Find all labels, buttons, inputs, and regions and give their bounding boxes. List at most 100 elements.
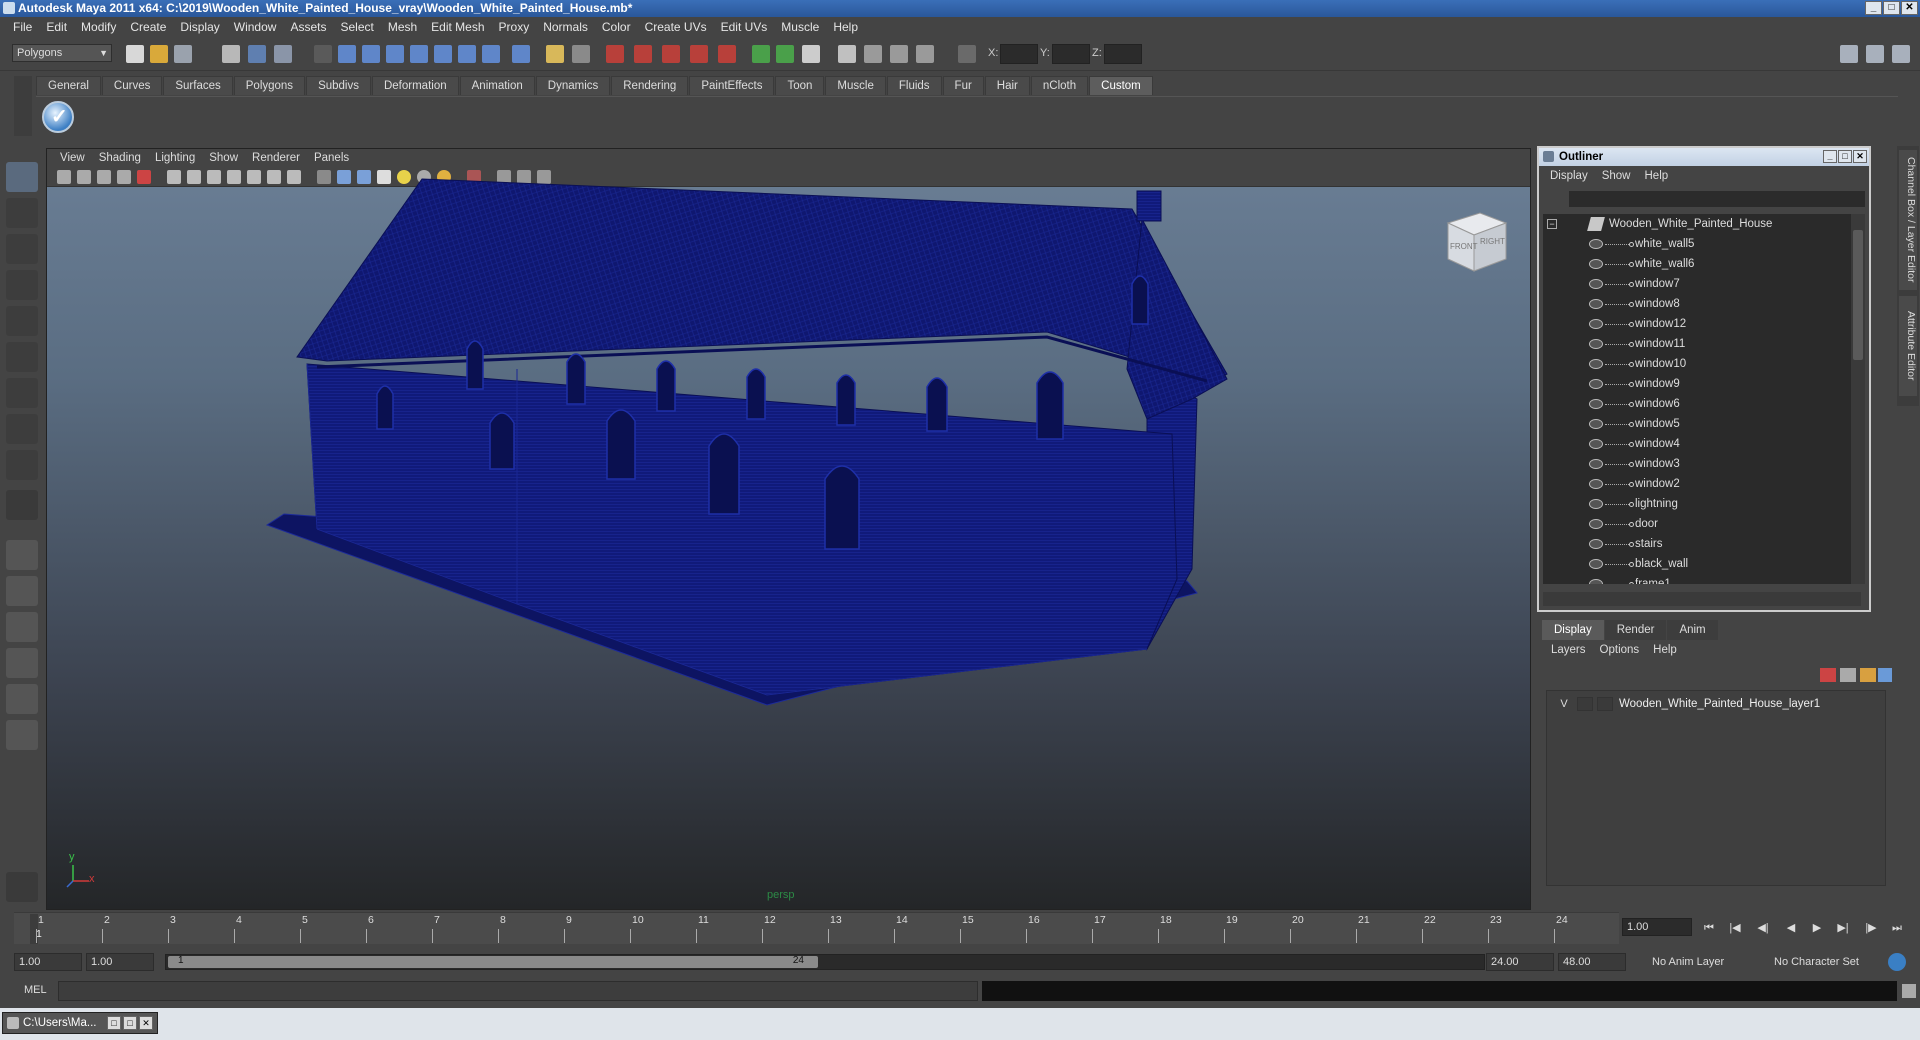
graph-persp-layout-icon[interactable] (6, 720, 38, 750)
lasso-tool-icon[interactable] (6, 198, 38, 228)
mel-input[interactable] (58, 981, 978, 1001)
start-time-field[interactable]: 1.00 (14, 953, 82, 971)
last-tool-icon[interactable] (6, 490, 38, 520)
menu-proxy[interactable]: Proxy (492, 20, 537, 34)
tab-animation[interactable]: Animation (459, 76, 535, 95)
tab-rendering[interactable]: Rendering (611, 76, 689, 95)
view-cube[interactable]: FRONT RIGHT (1440, 209, 1512, 279)
outliner-item[interactable]: window7 (1543, 274, 1843, 294)
menu-create-uvs[interactable]: Create UVs (638, 20, 714, 34)
tab-anim[interactable]: Anim (1667, 620, 1718, 640)
layer-playback-toggle[interactable] (1577, 697, 1593, 711)
maximize-button[interactable]: □ (1883, 1, 1900, 15)
tab-curves[interactable]: Curves (101, 76, 163, 95)
collapse-icon[interactable]: − (1547, 219, 1557, 229)
new-scene-icon[interactable] (126, 45, 144, 63)
tab-surfaces[interactable]: Surfaces (163, 76, 233, 95)
move-layer-up-icon[interactable] (1820, 668, 1836, 682)
range-slider-handle[interactable]: 1 24 (168, 955, 818, 968)
scroll-thumb[interactable] (1853, 230, 1863, 360)
tab-dynamics[interactable]: Dynamics (535, 76, 611, 95)
absolute-transform-icon[interactable] (958, 45, 976, 63)
ipr-render-icon[interactable] (634, 45, 652, 63)
menu-muscle[interactable]: Muscle (774, 20, 826, 34)
outliner-menu-help[interactable]: Help (1638, 170, 1676, 182)
menu-normals[interactable]: Normals (536, 20, 595, 34)
save-scene-icon[interactable] (174, 45, 192, 63)
restore-button[interactable]: □ (107, 1016, 121, 1030)
character-set-dropdown[interactable]: No Character Set (1770, 953, 1880, 971)
play-backward-icon[interactable]: ◀ (1782, 920, 1800, 936)
outliner-item[interactable]: window11 (1543, 334, 1843, 354)
outliner-item[interactable]: window6 (1543, 394, 1843, 414)
menu-edit[interactable]: Edit (39, 20, 74, 34)
outliner-vertical-scrollbar[interactable] (1851, 214, 1865, 584)
menu-edit-uvs[interactable]: Edit UVs (714, 20, 775, 34)
menu-file[interactable]: File (6, 20, 39, 34)
menu-set-dropdown[interactable]: Polygons ▼ (12, 44, 112, 62)
construction-icon[interactable] (482, 45, 500, 63)
tab-fluids[interactable]: Fluids (886, 76, 942, 95)
select-object-icon[interactable] (248, 45, 266, 63)
script-editor-icon[interactable] (916, 45, 934, 63)
outliner-item[interactable]: window10 (1543, 354, 1843, 374)
layout-channel-icon[interactable] (1866, 45, 1884, 63)
go-to-end-icon[interactable]: ⏭ (1888, 920, 1906, 936)
tab-toon[interactable]: Toon (775, 76, 825, 95)
outliner-item[interactable]: lightning (1543, 494, 1843, 514)
outliner-minimize-button[interactable]: _ (1823, 150, 1837, 163)
menu-modify[interactable]: Modify (74, 20, 123, 34)
menu-create[interactable]: Create (123, 20, 173, 34)
outliner-item[interactable]: window9 (1543, 374, 1843, 394)
outliner-item[interactable]: window8 (1543, 294, 1843, 314)
checkmark-shelf-icon[interactable] (42, 101, 74, 133)
outliner-item[interactable]: door (1543, 514, 1843, 534)
hypershade-layout-icon[interactable] (6, 684, 38, 714)
outliner-item[interactable]: black_wall (1543, 554, 1843, 574)
tab-muscle[interactable]: Muscle (825, 76, 886, 95)
menu-assets[interactable]: Assets (283, 20, 333, 34)
outliner-horizontal-scrollbar[interactable] (1543, 592, 1861, 606)
render-settings-icon[interactable] (662, 45, 680, 63)
layer-visibility-toggle[interactable]: V (1555, 695, 1573, 713)
snap-view-plane-icon[interactable] (410, 45, 428, 63)
tab-subdivs[interactable]: Subdivs (306, 76, 371, 95)
outliner-item[interactable]: window12 (1543, 314, 1843, 334)
snap-curve-icon[interactable] (362, 45, 380, 63)
persp-outliner-layout-icon[interactable] (6, 612, 38, 642)
script-editor-button-icon[interactable] (1902, 984, 1916, 998)
range-slider[interactable]: 1 24 (165, 954, 1485, 970)
x-field[interactable] (1000, 44, 1038, 64)
move-tool-icon[interactable] (6, 270, 38, 300)
layout-attribute-icon[interactable] (1892, 45, 1910, 63)
outliner-menu-show[interactable]: Show (1595, 170, 1638, 182)
tab-painteffects[interactable]: PaintEffects (689, 76, 775, 95)
step-forward-key-icon[interactable]: |▶ (1862, 920, 1880, 936)
outliner-filter-input[interactable] (1569, 191, 1865, 207)
mel-label[interactable]: MEL (24, 984, 47, 996)
move-layer-down-icon[interactable] (1840, 668, 1856, 682)
y-field[interactable] (1052, 44, 1090, 64)
new-layer-icon[interactable] (1860, 668, 1876, 682)
auto-key-icon[interactable] (1888, 953, 1906, 971)
go-to-start-icon[interactable]: ⏮ (1700, 920, 1718, 936)
single-perspective-layout-icon[interactable] (6, 540, 38, 570)
menu-mesh[interactable]: Mesh (381, 20, 424, 34)
outliner-maximize-button[interactable]: □ (1838, 150, 1852, 163)
end-time-field[interactable]: 48.00 (1558, 953, 1626, 971)
step-back-key-icon[interactable]: |◀ (1726, 920, 1744, 936)
snap-grid-icon[interactable] (338, 45, 356, 63)
close-small-button[interactable]: ✕ (139, 1016, 153, 1030)
channel-box-toggle-icon[interactable] (802, 45, 820, 63)
menu-window[interactable]: Window (227, 20, 284, 34)
outliner-item[interactable]: window3 (1543, 454, 1843, 474)
hypershade-icon[interactable] (690, 45, 708, 63)
tab-deformation[interactable]: Deformation (371, 76, 459, 95)
outliner-item[interactable]: window4 (1543, 434, 1843, 454)
dope-sheet-icon[interactable] (890, 45, 908, 63)
z-field[interactable] (1104, 44, 1142, 64)
select-tool-icon[interactable] (6, 162, 38, 192)
graph-editor-icon[interactable] (838, 45, 856, 63)
pick-mask-icon[interactable] (314, 45, 332, 63)
outliner-item[interactable]: window2 (1543, 474, 1843, 494)
